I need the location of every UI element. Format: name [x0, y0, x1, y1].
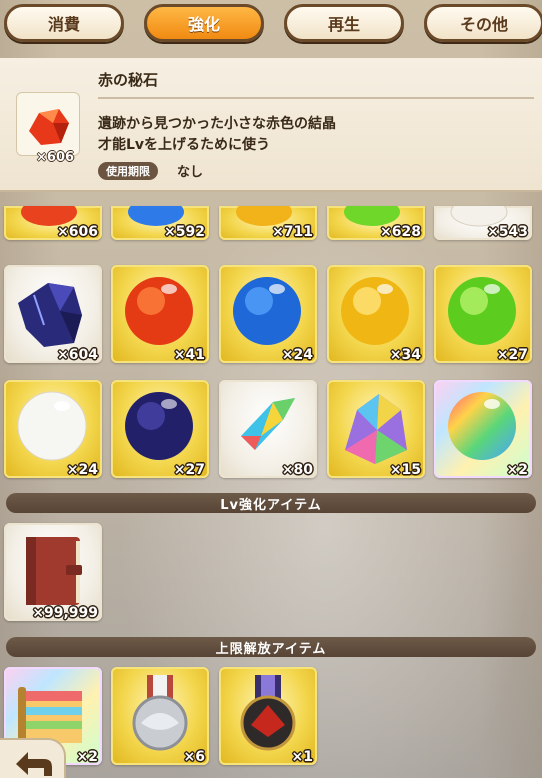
tab-regenerate[interactable]: 再生: [284, 4, 404, 42]
red-stone-icon: [29, 109, 69, 145]
item-count: ×99,999: [32, 605, 98, 621]
item-slot[interactable]: ×41: [111, 265, 209, 363]
item-slot[interactable]: ×1: [219, 667, 317, 765]
item-slot[interactable]: ×99,999: [4, 523, 102, 621]
item-count: ×41: [173, 347, 205, 363]
item-count: ×34: [389, 347, 421, 363]
item-count: ×80: [281, 462, 313, 478]
item-slot[interactable]: ×543: [434, 206, 532, 240]
item-slot[interactable]: ×6: [111, 667, 209, 765]
item-slot[interactable]: ×15: [327, 380, 425, 478]
item-count: ×27: [173, 462, 205, 478]
item-description: 遺跡から見つかった小さな赤色の結晶 才能Lvを上げるために使う: [98, 114, 336, 156]
item-count: ×604: [57, 347, 98, 363]
item-count: ×2: [506, 462, 528, 478]
item-count: ×628: [380, 224, 421, 240]
item-count: ×27: [496, 347, 528, 363]
item-count: ×711: [272, 224, 313, 240]
item-slot[interactable]: ×27: [434, 265, 532, 363]
item-slot[interactable]: ×34: [327, 265, 425, 363]
section-header-lv: Lv強化アイテム: [6, 493, 536, 513]
item-count: ×543: [487, 224, 528, 240]
category-tabs: 消費 強化 再生 その他: [0, 4, 542, 44]
back-button[interactable]: [0, 738, 66, 778]
expiry-value: なし: [177, 165, 204, 180]
item-slot[interactable]: ×628: [327, 206, 425, 240]
tab-other[interactable]: その他: [424, 4, 542, 42]
item-slot[interactable]: ×24: [4, 380, 102, 478]
item-slot[interactable]: ×604: [4, 265, 102, 363]
item-slot[interactable]: ×711: [219, 206, 317, 240]
item-count: ×2: [76, 749, 98, 765]
tab-enhance[interactable]: 強化: [144, 4, 264, 42]
item-count: ×606: [57, 224, 98, 240]
tab-consume[interactable]: 消費: [4, 4, 124, 42]
description-line-2: 才能Lvを上げるために使う: [98, 137, 271, 153]
item-slot[interactable]: ×592: [111, 206, 209, 240]
item-count: ×24: [281, 347, 313, 363]
item-slot[interactable]: ×24: [219, 265, 317, 363]
item-count: ×592: [164, 224, 205, 240]
divider: [98, 97, 534, 99]
item-name: 赤の秘石: [98, 71, 159, 89]
item-count: ×15: [389, 462, 421, 478]
back-arrow-icon: [16, 752, 52, 776]
item-count: ×24: [66, 462, 98, 478]
item-slot[interactable]: ×606: [4, 206, 102, 240]
item-count: ×1: [291, 749, 313, 765]
item-slot[interactable]: ×2: [434, 380, 532, 478]
item-detail-panel: ×606 赤の秘石 遺跡から見つかった小さな赤色の結晶 才能Lvを上げるために使…: [0, 58, 542, 192]
item-count: ×6: [183, 749, 205, 765]
item-slot[interactable]: ×27: [111, 380, 209, 478]
expiry-badge: 使用期限: [98, 162, 158, 180]
item-slot[interactable]: ×80: [219, 380, 317, 478]
description-line-1: 遺跡から見つかった小さな赤色の結晶: [98, 116, 336, 132]
selected-item-count: ×606: [36, 150, 75, 165]
section-header-limit: 上限解放アイテム: [6, 637, 536, 657]
selected-item-icon: [16, 92, 80, 156]
